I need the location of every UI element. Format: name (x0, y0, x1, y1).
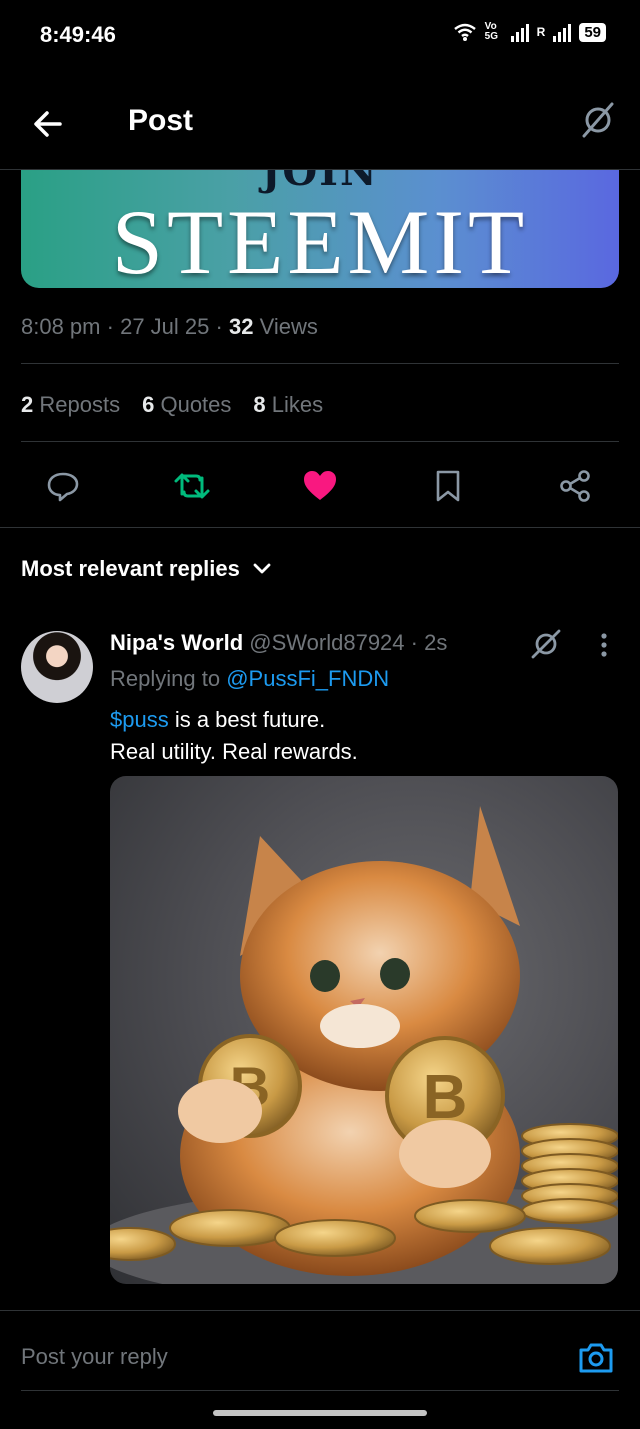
top-bar: Post (0, 76, 640, 170)
avatar[interactable] (21, 631, 93, 703)
quotes-stat[interactable]: 6 Quotes (142, 392, 231, 418)
reply-button[interactable] (39, 462, 87, 510)
like-button[interactable] (296, 462, 344, 510)
actions-divider (0, 527, 640, 528)
comment-icon (47, 472, 79, 502)
header-divider (0, 169, 640, 170)
reply-author[interactable]: Nipa's World @SWorld87924 · 2s (110, 630, 447, 656)
more-options-button[interactable] (592, 630, 616, 662)
roaming-label: R (536, 25, 546, 39)
home-indicator[interactable] (213, 1410, 427, 1416)
action-bar (21, 462, 619, 510)
reply-time: 2s (424, 630, 448, 655)
cashtag-link[interactable]: $puss (110, 707, 169, 732)
post-meta: 8:08 pm · 27 Jul 25 · 32 Views (21, 314, 318, 339)
repost-button[interactable] (168, 462, 216, 510)
camera-icon (579, 1343, 613, 1373)
signal-icon (510, 22, 529, 42)
more-vertical-icon (601, 633, 607, 657)
wifi-icon (453, 23, 476, 41)
reply-grok-button[interactable] (526, 624, 566, 664)
stats-divider (21, 441, 619, 442)
post-time: 8:08 pm (21, 314, 101, 339)
post-date: 27 Jul 25 (120, 314, 210, 339)
author-handle: @SWorld87924 (249, 630, 405, 655)
reply-media-image[interactable]: B B (110, 776, 618, 1284)
reply-text: $puss is a best future. Real utility. Re… (110, 707, 358, 764)
replying-to: Replying to @PussFi_FNDN (110, 666, 390, 691)
author-name: Nipa's World (110, 630, 244, 655)
back-button[interactable] (28, 104, 68, 144)
grok-icon (531, 629, 561, 659)
banner-main-text: STEEMIT (111, 191, 529, 288)
reposts-stat[interactable]: 2 Reposts (21, 392, 120, 418)
grok-button[interactable] (578, 100, 618, 140)
sort-label: Most relevant replies (21, 556, 240, 581)
arrow-left-icon (34, 111, 62, 137)
bookmark-button[interactable] (424, 462, 472, 510)
reply-input[interactable]: Post your reply (21, 1344, 168, 1370)
replying-to-handle[interactable]: @PussFi_FNDN (226, 666, 389, 691)
status-time: 8:49:46 (40, 22, 116, 47)
views-label: Views (259, 314, 318, 339)
compose-underline (21, 1390, 619, 1391)
views-count[interactable]: 32 (229, 314, 253, 339)
battery-indicator: 59 (579, 22, 606, 42)
chevron-down-icon (253, 563, 271, 574)
signal-icon-2 (553, 22, 572, 42)
status-icons: Vo 5G R 59 (453, 22, 606, 42)
post-banner-image[interactable]: JOIN STEEMIT (21, 170, 619, 288)
likes-stat[interactable]: 8 Likes (253, 392, 323, 418)
meta-divider (21, 363, 619, 364)
cat-coins-illustration: B B (110, 806, 618, 1284)
bookmark-icon (436, 470, 460, 502)
heart-icon (304, 471, 336, 500)
sort-dropdown[interactable]: Most relevant replies (21, 556, 272, 582)
compose-divider (0, 1310, 640, 1311)
share-icon (560, 470, 590, 502)
network-label: Vo 5G (484, 21, 498, 42)
grok-icon (582, 102, 614, 138)
post-stats: 2 Reposts 6 Quotes 8 Likes (21, 392, 323, 418)
camera-button[interactable] (576, 1338, 616, 1378)
share-button[interactable] (551, 462, 599, 510)
repost-icon (174, 473, 210, 499)
page-title: Post (128, 104, 194, 137)
